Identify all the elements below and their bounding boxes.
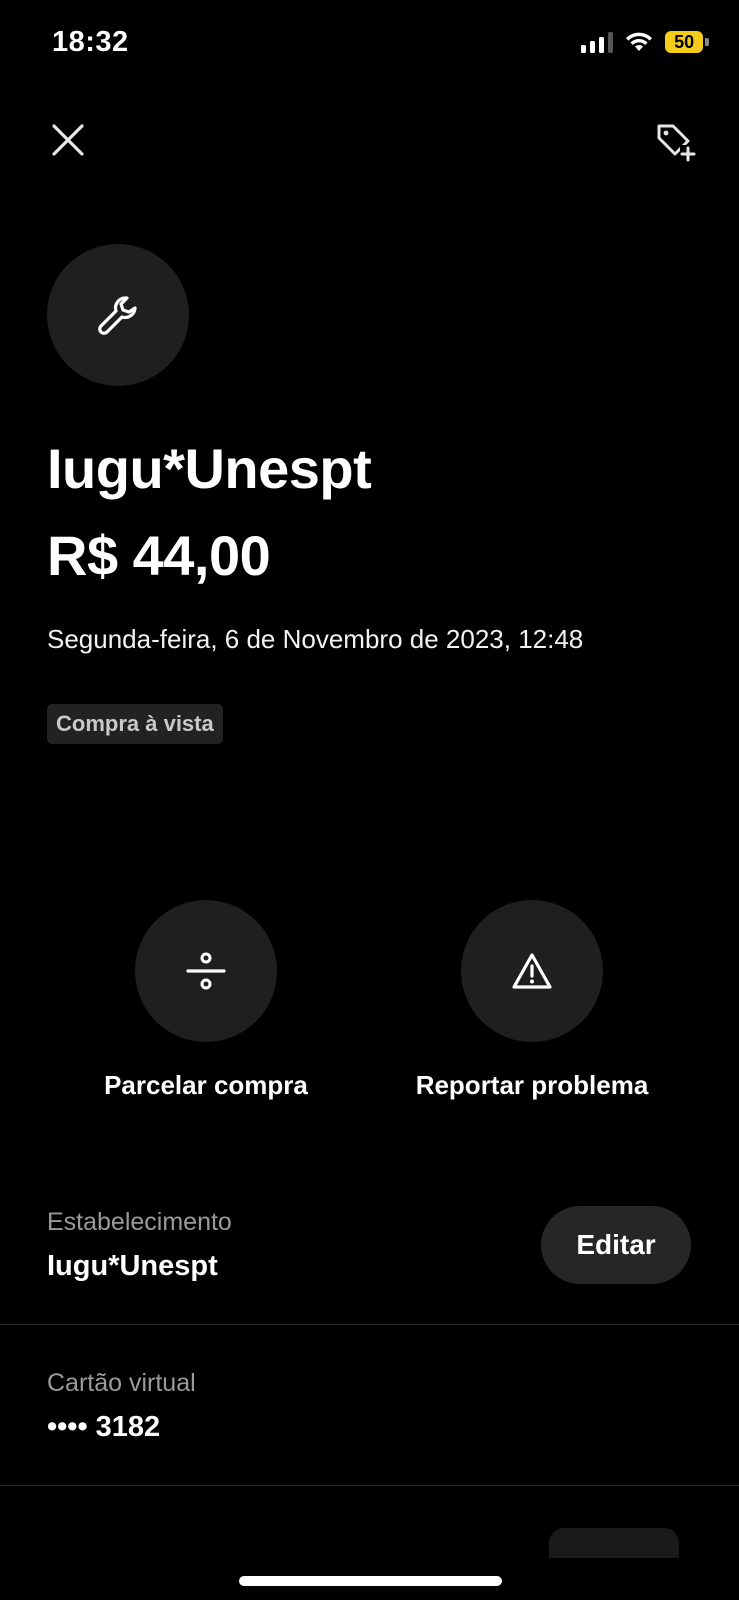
report-problem-action[interactable]: Reportar problema <box>402 900 662 1101</box>
status-time: 18:32 <box>52 26 129 58</box>
report-problem-action-circle[interactable] <box>461 900 603 1042</box>
transaction-amount: R$ 44,00 <box>47 524 271 587</box>
transaction-datetime: Segunda-feira, 6 de Novembro de 2023, 12… <box>47 624 584 654</box>
wifi-icon <box>626 32 652 51</box>
battery-level: 50 <box>665 31 704 53</box>
status-icons: 50 <box>581 30 709 54</box>
add-tag-button[interactable] <box>651 118 699 166</box>
merchant-category-avatar <box>47 244 189 386</box>
installments-action[interactable]: Parcelar compra <box>76 900 336 1101</box>
tag-plus-icon <box>657 124 696 162</box>
virtual-card-number: •••• 3182 <box>47 1411 161 1443</box>
battery-icon: 50 <box>665 30 709 54</box>
virtual-card-label: Cartão virtual <box>47 1369 196 1397</box>
close-button[interactable] <box>48 120 88 160</box>
virtual-card-row: Cartão virtual •••• 3182 <box>0 1325 739 1486</box>
signal-icon <box>581 31 613 53</box>
installments-action-label[interactable]: Parcelar compra <box>104 1070 308 1101</box>
establishment-value: Iugu*Unespt <box>47 1250 218 1282</box>
next-row-button-peek <box>549 1528 679 1558</box>
warning-icon <box>512 953 552 989</box>
establishment-row: Estabelecimento Iugu*Unespt Editar <box>0 1180 739 1325</box>
edit-establishment-button[interactable]: Editar <box>541 1206 691 1284</box>
merchant-title: Iugu*Unespt <box>47 437 372 500</box>
transaction-detail-screen: 18:32 50 Iugu*Unespt R$ 44,00 Segunda-fe… <box>0 0 739 1600</box>
home-indicator[interactable] <box>239 1576 502 1586</box>
divide-icon <box>186 952 226 990</box>
installments-action-circle[interactable] <box>135 900 277 1042</box>
report-problem-action-label[interactable]: Reportar problema <box>416 1070 649 1101</box>
establishment-label: Estabelecimento <box>47 1208 232 1236</box>
payment-type-badge: Compra à vista <box>47 704 223 744</box>
wrench-icon <box>98 296 137 335</box>
close-icon <box>52 124 84 156</box>
